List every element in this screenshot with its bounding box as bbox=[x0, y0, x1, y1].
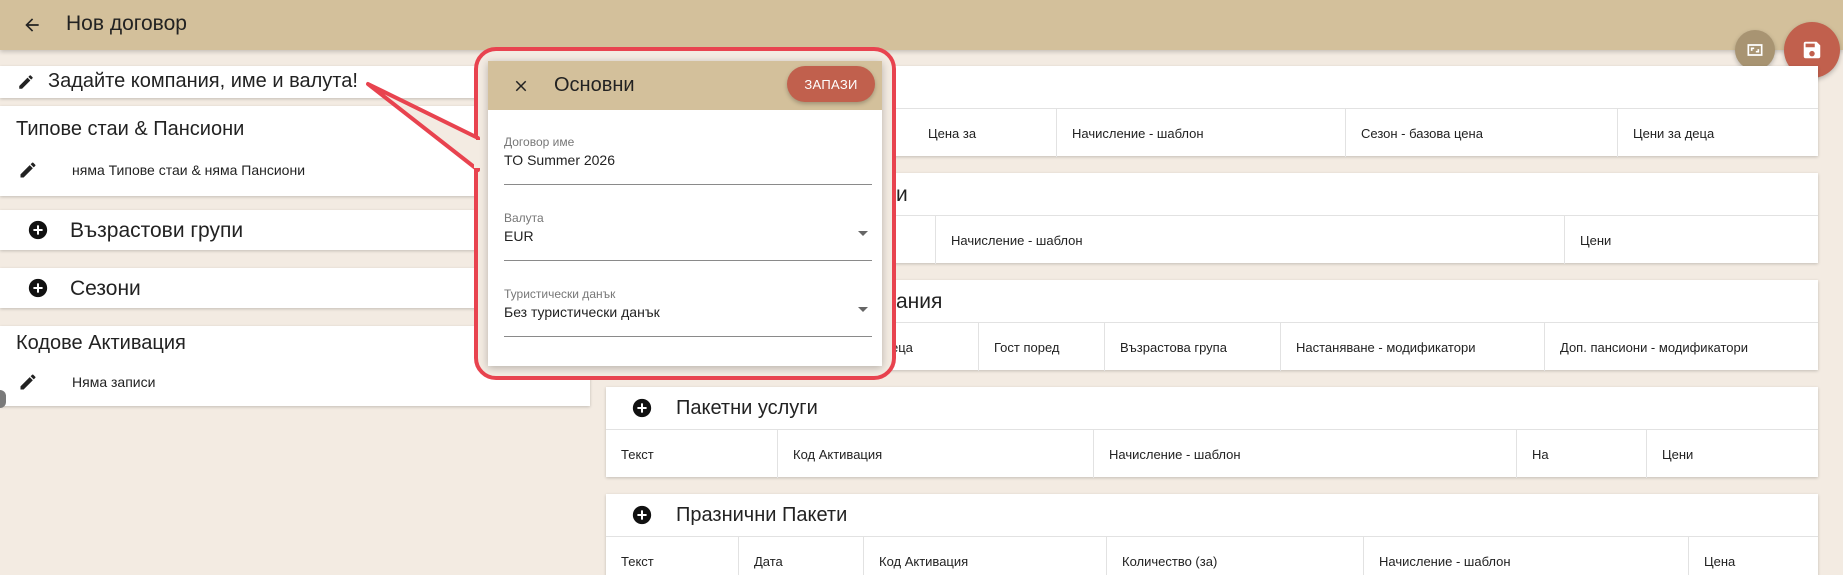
edit-pencil-icon[interactable] bbox=[16, 370, 40, 394]
close-icon[interactable] bbox=[508, 73, 534, 99]
column-header[interactable]: Цена bbox=[1688, 537, 1818, 575]
fullscreen-icon bbox=[1747, 44, 1763, 56]
column-header[interactable]: Доп. пансиони - модификатори bbox=[1544, 323, 1818, 371]
column-header[interactable]: Начисление - шаблон bbox=[935, 216, 1571, 264]
dialog-header: Основни ЗАПАЗИ bbox=[488, 61, 882, 110]
column-header[interactable]: Начисление - шаблон bbox=[1056, 109, 1346, 157]
age-groups-title: Възрастови групи bbox=[70, 219, 244, 242]
column-header[interactable]: Възрастова група bbox=[1104, 323, 1282, 371]
edit-pencil-icon[interactable] bbox=[16, 158, 40, 182]
column-header[interactable]: Текст bbox=[606, 537, 739, 575]
activation-codes-title: Кодове Активация bbox=[16, 332, 186, 354]
column-header[interactable]: Настаняване - модификатори bbox=[1280, 323, 1546, 371]
column-header[interactable]: Количество (за) bbox=[1106, 537, 1363, 575]
dropdown-arrow-icon bbox=[858, 307, 868, 312]
column-header[interactable]: Код Активация bbox=[777, 430, 1093, 478]
page-title: Нов договор bbox=[66, 12, 187, 35]
field-label: Договор име bbox=[504, 135, 575, 149]
dropdown-arrow-icon bbox=[858, 231, 868, 236]
contract-name-field[interactable]: Договор име TO Summer 2026 bbox=[504, 135, 872, 185]
column-header[interactable]: Дата bbox=[738, 537, 863, 575]
room-types-title: Типове стаи & Пансиони bbox=[16, 118, 245, 140]
package-services-title: Пакетни услуги bbox=[676, 397, 818, 419]
holiday-packages-card: Празнични Пакети Текст Дата Код Активаци… bbox=[606, 494, 1818, 575]
field-value: EUR bbox=[504, 228, 534, 244]
company-prompt: Задайте компания, име и валута! bbox=[48, 70, 358, 92]
basic-info-dialog: Основни ЗАПАЗИ Договор име TO Summer 202… bbox=[488, 61, 882, 366]
floppy-disk-icon bbox=[1803, 41, 1821, 59]
column-header[interactable]: Гост поред bbox=[978, 323, 1106, 371]
app-header: Нов договор bbox=[0, 0, 1843, 50]
supplements-title-fragment: и bbox=[896, 183, 908, 206]
currency-select[interactable]: Валута EUR bbox=[504, 211, 872, 261]
add-circle-icon[interactable] bbox=[630, 396, 654, 420]
edit-pencil-icon[interactable] bbox=[14, 70, 38, 94]
column-header[interactable]: Цени bbox=[1564, 216, 1818, 264]
room-types-row: няма Типове стаи & няма Пансиони bbox=[72, 162, 306, 178]
seasons-title: Сезони bbox=[70, 277, 141, 300]
add-circle-icon[interactable] bbox=[26, 276, 50, 300]
field-label: Валута bbox=[504, 211, 544, 225]
column-header[interactable]: Код Активация bbox=[863, 537, 1107, 575]
save-button[interactable]: ЗАПАЗИ bbox=[787, 66, 875, 102]
holiday-packages-table-header: Текст Дата Код Активация Количество (за)… bbox=[606, 536, 1818, 575]
field-value: TO Summer 2026 bbox=[504, 152, 616, 168]
column-header[interactable]: Текст bbox=[606, 430, 778, 478]
field-label: Туристически данък bbox=[504, 287, 616, 301]
activation-codes-row: Няма записи bbox=[72, 374, 156, 390]
tourist-tax-select[interactable]: Туристически данък Без туристически данъ… bbox=[504, 287, 872, 337]
holiday-packages-title: Празнични Пакети bbox=[676, 504, 848, 526]
dialog-title: Основни bbox=[554, 74, 635, 96]
package-services-table-header: Текст Код Активация Начисление - шаблон … bbox=[606, 429, 1818, 478]
occupancy-title-fragment: ания bbox=[896, 290, 943, 313]
fullscreen-button[interactable] bbox=[1735, 30, 1775, 70]
back-arrow-icon[interactable] bbox=[18, 11, 46, 39]
column-header[interactable]: Начисление - шаблон bbox=[1363, 537, 1688, 575]
column-header[interactable]: Цени bbox=[1646, 430, 1818, 478]
column-header[interactable]: Сезон - базова цена bbox=[1345, 109, 1617, 157]
column-header[interactable]: Начисление - шаблон bbox=[1093, 430, 1516, 478]
package-services-card: Пакетни услуги Текст Код Активация Начис… bbox=[606, 387, 1818, 478]
column-header[interactable]: Цена за bbox=[913, 109, 1060, 157]
column-header[interactable]: На bbox=[1516, 430, 1646, 478]
field-value: Без туристически данък bbox=[504, 304, 660, 320]
column-header[interactable]: Цени за деца bbox=[1617, 109, 1818, 157]
add-circle-icon[interactable] bbox=[26, 218, 50, 242]
add-circle-icon[interactable] bbox=[630, 503, 654, 527]
